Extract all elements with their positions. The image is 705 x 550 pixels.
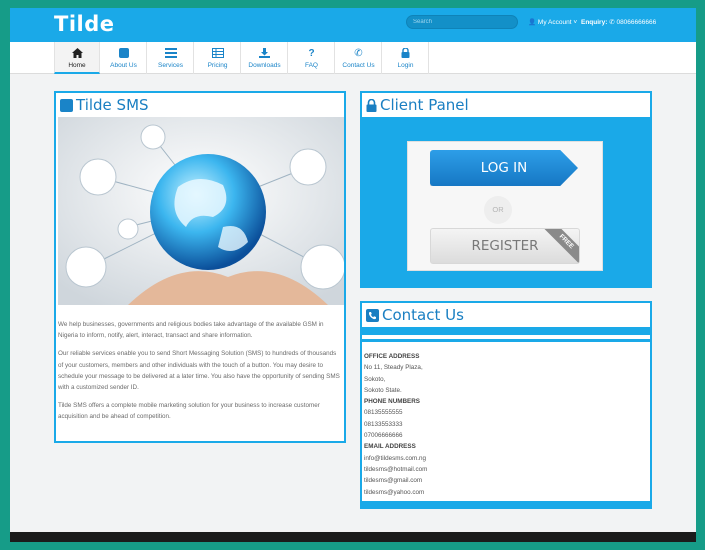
title-divider [362, 327, 650, 335]
globe-hands-image [58, 117, 344, 305]
question-icon: ? [308, 48, 315, 59]
nav-faq[interactable]: ? FAQ [289, 42, 335, 74]
enquiry-label: Enquiry: [581, 19, 608, 26]
list-icon [148, 48, 193, 59]
contact-details: OFFICE ADDRESS No 11, Steady Plaza, Soko… [364, 351, 646, 498]
nav-label: About Us [110, 62, 137, 69]
phone-number: 07006666666 [364, 432, 403, 440]
table-icon [195, 48, 240, 59]
bottom-band [362, 501, 650, 507]
nav-label: Home [68, 62, 86, 69]
login-button[interactable]: LOG IN [430, 150, 578, 186]
nav-label: Pricing [207, 62, 228, 69]
client-panel-title: Client Panel [380, 96, 469, 114]
address-line: Sokoto, [364, 375, 386, 383]
email-address[interactable]: tildesms@hotmail.com [364, 464, 646, 475]
browser-frame: Tilde 👤 My Account ˅ Enquiry: ✆ 08066666… [10, 8, 696, 542]
email-address-heading: EMAIL ADDRESS [364, 443, 416, 451]
phone-icon [366, 308, 379, 326]
phone-numbers-heading: PHONE NUMBERS [364, 398, 420, 406]
nav-contact-us[interactable]: ✆ Contact Us [336, 42, 382, 74]
enquiry-phone: 08066666666 [616, 19, 657, 26]
phone-icon: ✆ [609, 19, 615, 26]
paragraph: Tilde SMS offers a complete mobile marke… [58, 402, 320, 421]
tilde-sms-title: Tilde SMS [76, 96, 149, 114]
phone-number: 08135555555 [364, 409, 403, 417]
home-icon [55, 48, 99, 59]
email-address[interactable]: tildesms@yahoo.com [364, 487, 646, 498]
download-icon [242, 48, 287, 59]
client-panel-body: LOG IN OR REGISTER FREE [362, 125, 650, 286]
title-divider [362, 339, 650, 342]
login-box: LOG IN OR REGISTER FREE [407, 141, 603, 271]
client-panel: Client Panel LOG IN OR REGISTER FREE [360, 91, 652, 288]
nav-pricing[interactable]: Pricing [195, 42, 241, 74]
nav-home[interactable]: Home [54, 42, 100, 74]
main-nav: Home About Us Services Pricing Downloads [10, 42, 696, 74]
lock-icon [383, 47, 428, 59]
contact-us-panel: Contact Us OFFICE ADDRESS No 11, Steady … [360, 301, 652, 509]
site-logo[interactable]: Tilde [54, 12, 115, 36]
nav-label: Contact Us [342, 62, 375, 69]
nav-label: Services [158, 62, 183, 69]
phone-icon: ✆ [354, 48, 363, 59]
email-address[interactable]: tildesms@gmail.com [364, 475, 646, 486]
square-icon [60, 98, 73, 116]
or-separator: OR [484, 196, 512, 224]
nav-label: FAQ [304, 62, 318, 69]
address-line: No 11, Steady Plaza, [364, 364, 423, 372]
contact-us-title: Contact Us [382, 306, 464, 324]
nav-about-us[interactable]: About Us [101, 42, 147, 74]
search-input[interactable] [406, 15, 518, 29]
nav-services[interactable]: Services [148, 42, 194, 74]
nav-label: Downloads [248, 62, 281, 69]
free-ribbon: FREE [543, 229, 579, 263]
panel-title: Contact Us [366, 306, 464, 326]
office-address-heading: OFFICE ADDRESS [364, 353, 420, 360]
register-label: REGISTER [471, 238, 539, 254]
lock-icon [366, 98, 377, 116]
enquiry-info: Enquiry: ✆ 08066666666 [581, 18, 656, 26]
panel-title: Tilde SMS [60, 96, 149, 116]
top-header: Tilde 👤 My Account ˅ Enquiry: ✆ 08066666… [10, 8, 696, 42]
panel-title: Client Panel [366, 96, 469, 116]
paragraph: Our reliable services enable you to send… [58, 350, 340, 392]
square-icon [101, 48, 146, 59]
user-icon: 👤 [528, 19, 537, 26]
footer-bar [10, 532, 696, 542]
title-divider [362, 117, 650, 125]
nav-label: Login [397, 62, 414, 69]
tilde-sms-panel: Tilde SMS We help businesses, government… [54, 91, 346, 443]
paragraph: We help businesses, governments and reli… [58, 321, 324, 340]
phone-number: 08133553333 [364, 420, 403, 428]
address-line: Sokoto State. [364, 386, 402, 394]
nav-downloads[interactable]: Downloads [242, 42, 288, 74]
chevron-down-icon: ˅ [573, 19, 578, 26]
my-account-menu[interactable]: 👤 My Account ˅ [528, 18, 577, 26]
tilde-description: We help businesses, governments and reli… [58, 319, 342, 430]
register-button[interactable]: REGISTER FREE [430, 228, 580, 264]
my-account-label: My Account [537, 19, 572, 26]
nav-login[interactable]: Login [383, 42, 429, 74]
email-address[interactable]: info@tildesms.com.ng [364, 453, 646, 464]
